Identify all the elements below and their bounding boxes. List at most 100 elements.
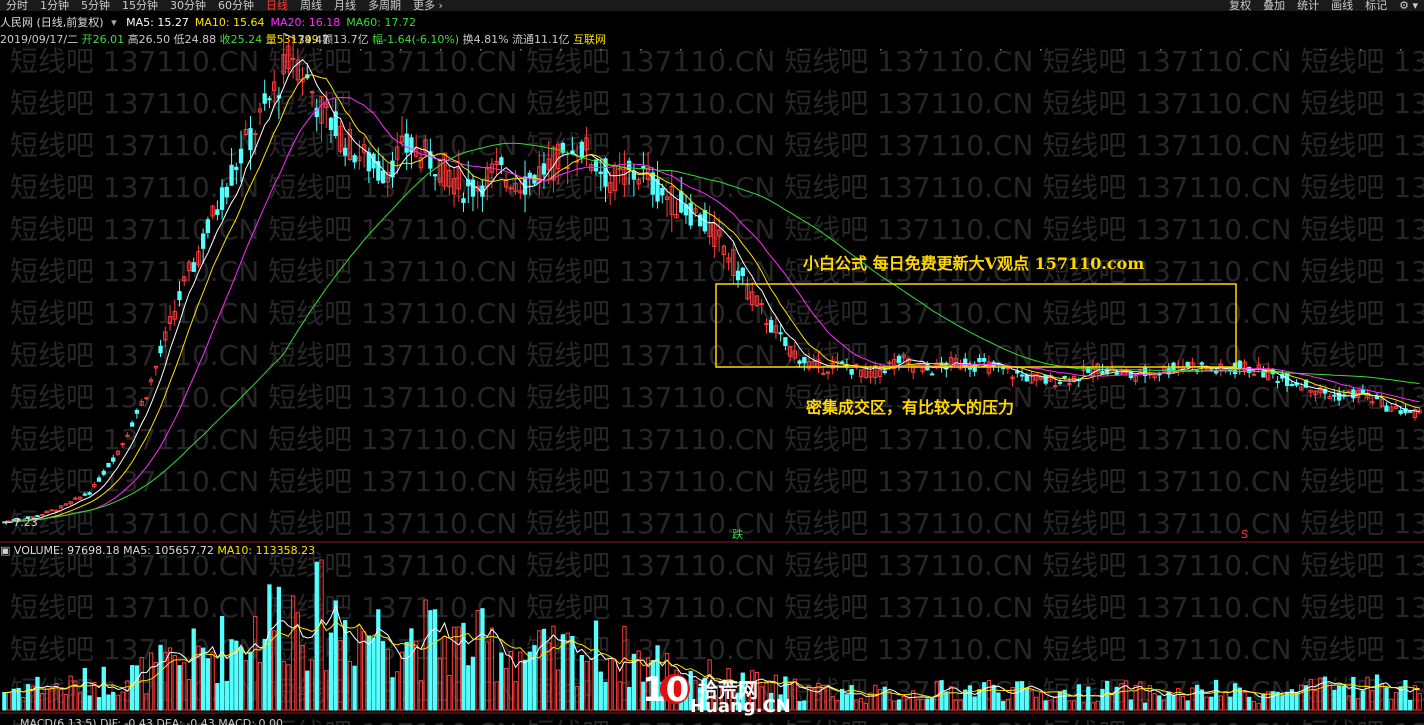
top-tick	[1040, 49, 1042, 51]
volume-bar	[1384, 687, 1389, 711]
site-logo: 10 拾荒网 Huang.CN	[640, 670, 791, 722]
volume-bar	[901, 695, 906, 711]
volume-bar	[418, 680, 424, 711]
volume-bar	[1071, 700, 1077, 711]
volume-bar	[87, 695, 92, 711]
volume-bar	[376, 609, 381, 711]
candle-body	[1398, 410, 1403, 414]
volume-bar	[925, 698, 930, 711]
volume-bar	[11, 688, 16, 711]
candle-body	[54, 509, 59, 512]
candle-body	[1408, 410, 1413, 413]
candle-body	[967, 367, 973, 370]
volume-bar	[1171, 694, 1176, 711]
volume-bar	[1355, 698, 1361, 711]
volume-bar	[892, 700, 897, 711]
volume-bar	[447, 674, 452, 711]
volume-bar	[111, 691, 116, 711]
volume-bar	[1029, 690, 1034, 711]
top-tick	[1280, 49, 1282, 51]
top-tick	[1400, 49, 1402, 51]
candle-body	[404, 133, 409, 153]
candle-body	[1384, 405, 1389, 412]
volume-bar	[2, 691, 7, 711]
volume-bar	[300, 644, 305, 711]
candle-body	[565, 167, 570, 170]
volume-bar	[40, 692, 45, 711]
top-tick	[880, 49, 882, 51]
volume-bar	[1067, 700, 1072, 711]
candle-body	[1199, 362, 1205, 365]
volume-bar	[1313, 689, 1318, 711]
volume-bar	[210, 651, 215, 711]
volume-bar	[1000, 701, 1006, 711]
volume-bar	[343, 620, 348, 711]
volume-bar	[324, 670, 329, 711]
candle-body	[290, 57, 296, 60]
volume-bar	[404, 641, 409, 711]
volume-bar	[1152, 693, 1157, 711]
volume-bar	[21, 697, 26, 711]
volume-bar	[395, 671, 400, 711]
volume-bar	[290, 595, 296, 711]
dense-zone-box	[715, 283, 1237, 368]
volume-bar	[158, 644, 163, 711]
volume-bar	[844, 694, 850, 711]
high-pointer	[283, 32, 296, 40]
candle-body	[1332, 394, 1337, 397]
top-tick	[1200, 49, 1202, 51]
candle-body	[238, 148, 244, 164]
volume-bar	[1256, 702, 1261, 711]
candle-body	[778, 332, 783, 335]
candle-body	[579, 141, 584, 158]
volume-bar	[167, 647, 173, 711]
volume-bar	[896, 699, 902, 711]
top-tick	[1080, 49, 1082, 51]
candle-body	[134, 409, 140, 414]
volume-bar	[49, 687, 54, 711]
top-tick	[360, 49, 362, 51]
volume-bar	[906, 698, 911, 711]
volume-bar	[205, 658, 211, 711]
volume-bar	[485, 641, 490, 711]
volume-bar	[305, 670, 310, 711]
volume-bar	[1034, 696, 1039, 711]
volume-bar	[1005, 698, 1010, 711]
volume-bar	[177, 665, 182, 711]
volume-bar	[1389, 698, 1394, 711]
top-tick	[760, 49, 762, 51]
volume-bar	[854, 699, 859, 711]
volume-bar	[1128, 699, 1134, 711]
top-tick	[960, 49, 962, 51]
candle-body	[769, 320, 774, 333]
volume-bar	[835, 699, 840, 711]
volume-bar	[63, 693, 69, 711]
volume-bar	[257, 662, 263, 711]
volume-bar	[338, 639, 343, 711]
candle-body	[432, 174, 438, 177]
top-tick	[680, 49, 682, 51]
candle-body	[470, 179, 476, 197]
volume-bar	[328, 632, 334, 711]
volume-bar	[92, 682, 97, 711]
volume-bar	[319, 559, 324, 711]
top-tick	[440, 49, 442, 51]
volume-bar	[1105, 680, 1110, 711]
volume-bar	[1341, 685, 1347, 711]
volume-bar	[215, 683, 220, 711]
volume-bar	[191, 628, 196, 711]
volume-bar	[1166, 691, 1171, 711]
volume-bar	[1403, 680, 1408, 711]
volume-bar	[286, 664, 291, 711]
volume-bar	[409, 628, 414, 711]
volume-bar	[929, 697, 935, 711]
volume-bar	[1299, 684, 1304, 711]
volume-bar	[470, 656, 476, 711]
volume-bar	[243, 660, 248, 711]
volume-bar	[1157, 695, 1162, 711]
candle-body	[1289, 384, 1294, 387]
volume-bar	[432, 609, 438, 711]
candlestick-chart[interactable]: 34.47 ←7.23 跌 S	[0, 0, 1424, 725]
volume-bar	[584, 661, 589, 711]
candle-body	[158, 345, 163, 354]
